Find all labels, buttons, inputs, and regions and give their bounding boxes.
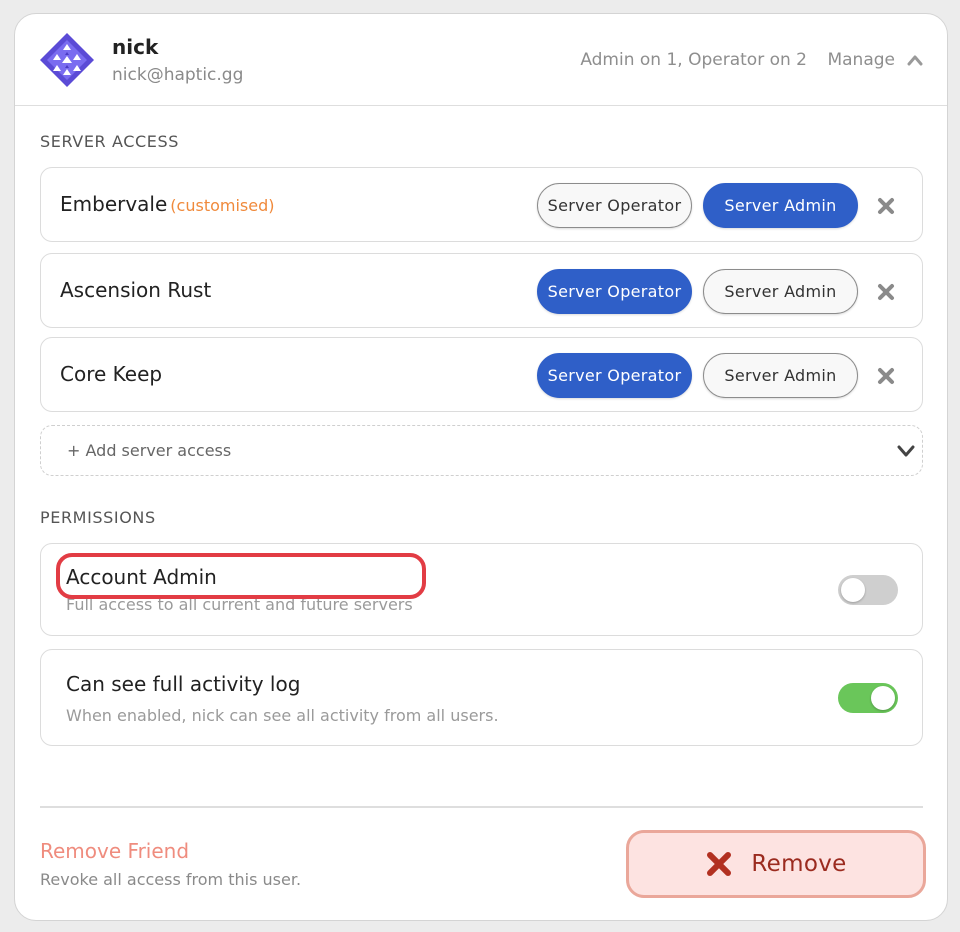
chevron-down-icon bbox=[897, 445, 915, 457]
access-summary: Admin on 1, Operator on 2 bbox=[580, 50, 807, 70]
server-name-text: Embervale bbox=[60, 192, 168, 216]
server-row-ascension-rust: Ascension Rust Server Operator Server Ad… bbox=[40, 253, 923, 328]
server-name: Ascension Rust bbox=[60, 278, 211, 302]
account-admin-toggle[interactable] bbox=[838, 575, 898, 605]
server-row-core-keep: Core Keep Server Operator Server Admin bbox=[40, 337, 923, 412]
server-admin-button[interactable]: Server Admin bbox=[703, 183, 858, 228]
server-operator-button[interactable]: Server Operator bbox=[537, 353, 692, 398]
remove-button-label: Remove bbox=[751, 851, 847, 877]
server-admin-button[interactable]: Server Admin bbox=[703, 353, 858, 398]
activity-log-toggle[interactable] bbox=[838, 683, 898, 713]
server-name: Embervale (customised) bbox=[60, 192, 274, 216]
server-access-title: SERVER ACCESS bbox=[40, 132, 179, 151]
server-admin-button[interactable]: Server Admin bbox=[703, 269, 858, 314]
manage-label: Manage bbox=[827, 50, 895, 70]
server-name: Core Keep bbox=[60, 362, 162, 386]
remove-server-icon[interactable] bbox=[876, 196, 896, 216]
permission-account-admin: Full access to all current and future se… bbox=[40, 543, 923, 636]
server-name-text: Core Keep bbox=[60, 362, 163, 386]
permission-title: Can see full activity log bbox=[66, 672, 301, 696]
user-header: nick nick@haptic.gg Admin on 1, Operator… bbox=[15, 14, 947, 106]
remove-server-icon[interactable] bbox=[876, 366, 896, 386]
permission-activity-log: Can see full activity log When enabled, … bbox=[40, 649, 923, 746]
customised-tag: (customised) bbox=[170, 196, 275, 215]
remove-server-icon[interactable] bbox=[876, 282, 896, 302]
remove-button[interactable]: Remove bbox=[626, 830, 926, 898]
user-name: nick bbox=[112, 35, 159, 59]
user-email: nick@haptic.gg bbox=[112, 65, 244, 85]
manage-button[interactable]: Manage bbox=[827, 50, 923, 70]
toggle-knob bbox=[841, 578, 865, 602]
server-name-text: Ascension Rust bbox=[60, 278, 212, 302]
permission-description: Full access to all current and future se… bbox=[66, 595, 413, 614]
server-operator-button[interactable]: Server Operator bbox=[537, 269, 692, 314]
permissions-title: PERMISSIONS bbox=[40, 508, 156, 527]
close-icon bbox=[707, 852, 732, 876]
permission-title: Account Admin bbox=[66, 565, 217, 589]
remove-friend-title: Remove Friend bbox=[40, 839, 190, 863]
toggle-knob bbox=[871, 686, 895, 710]
permission-description: When enabled, nick can see all activity … bbox=[66, 706, 499, 725]
server-operator-button[interactable]: Server Operator bbox=[537, 183, 692, 228]
divider bbox=[40, 806, 923, 808]
server-row-embervale: Embervale (customised) Server Operator Se… bbox=[40, 167, 923, 242]
remove-friend-description: Revoke all access from this user. bbox=[40, 870, 302, 889]
chevron-up-icon bbox=[907, 55, 923, 66]
user-avatar-icon bbox=[40, 33, 94, 87]
add-server-label: + Add server access bbox=[67, 441, 232, 460]
user-card: nick nick@haptic.gg Admin on 1, Operator… bbox=[14, 13, 948, 921]
add-server-access-dropdown[interactable]: + Add server access bbox=[40, 425, 923, 476]
